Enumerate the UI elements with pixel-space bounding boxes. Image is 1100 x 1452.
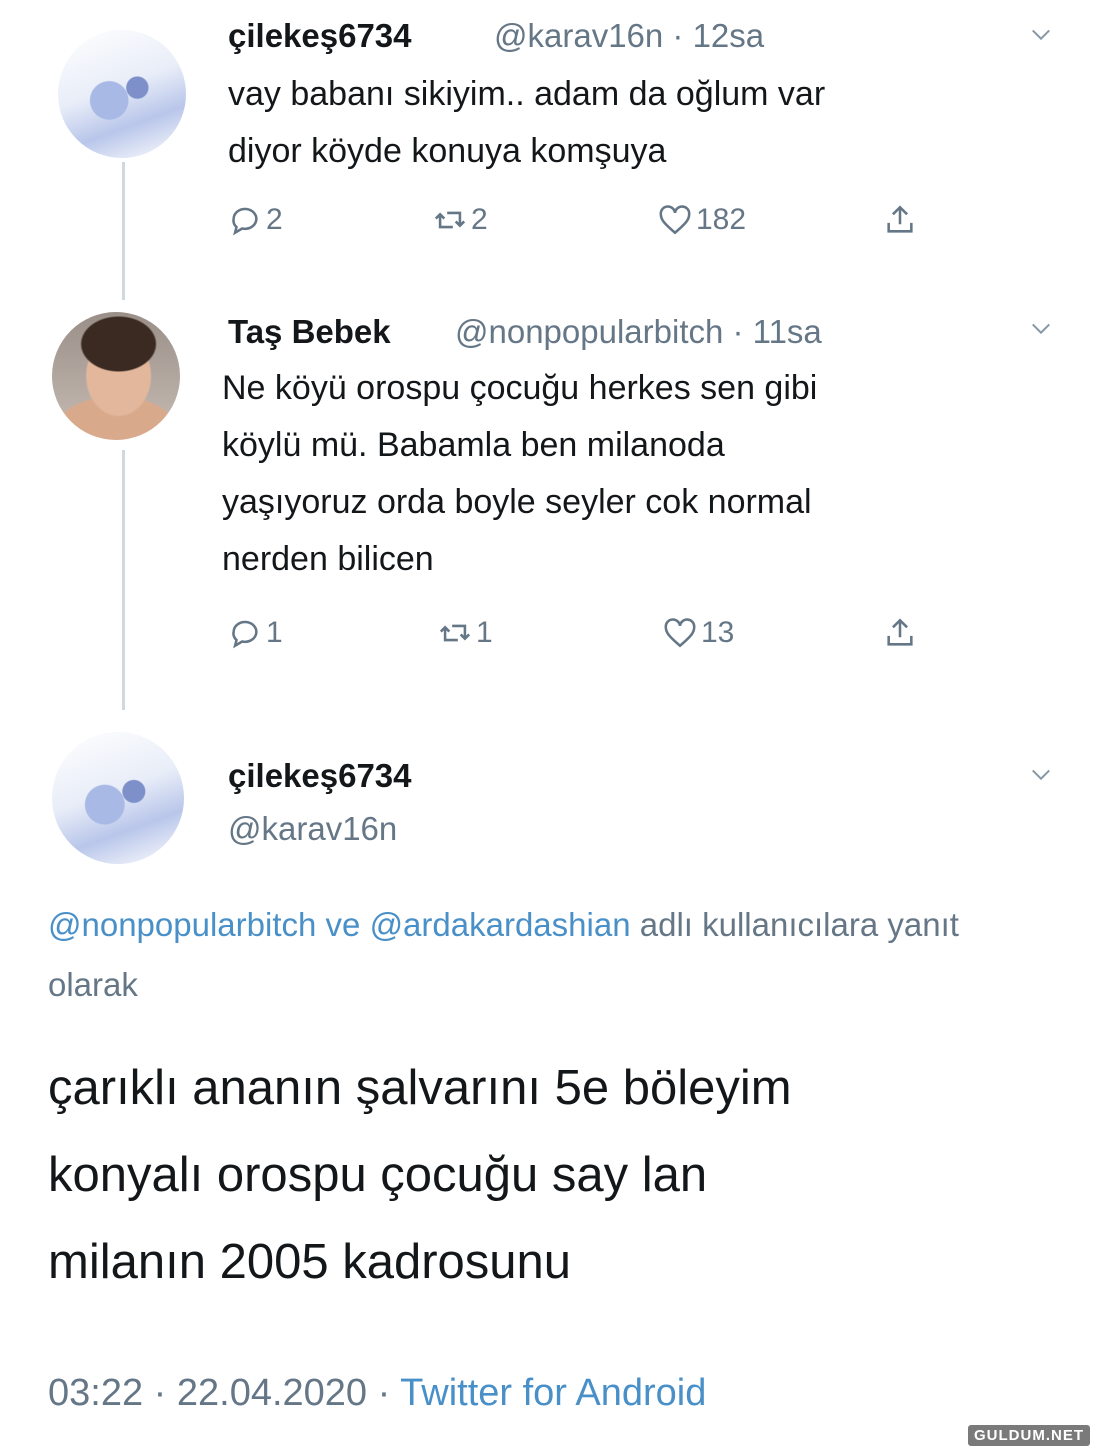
chevron-down-icon[interactable] xyxy=(1030,318,1052,340)
tweet-source[interactable]: Twitter for Android xyxy=(400,1372,706,1414)
like-count: 13 xyxy=(701,616,735,649)
tweet-handle-time[interactable]: @karav16n · 12sa xyxy=(494,17,764,55)
avatar[interactable] xyxy=(52,732,184,864)
tweet-actions: 2 2 182 xyxy=(228,200,948,240)
tweet-author-name[interactable]: Taş Bebek xyxy=(228,313,391,351)
retweet-button[interactable]: 1 xyxy=(438,613,493,653)
thread-line xyxy=(122,450,125,710)
retweet-icon xyxy=(439,624,471,642)
tweet-timestamp[interactable]: 03:22 · 22.04.2020 · xyxy=(48,1372,390,1414)
reply-connector: ve xyxy=(325,906,361,943)
reply-button[interactable]: 2 xyxy=(228,200,283,240)
thread-line xyxy=(122,162,125,300)
chevron-down-icon[interactable] xyxy=(1030,24,1052,46)
reply-button[interactable]: 1 xyxy=(228,613,283,653)
share-icon xyxy=(887,205,913,233)
tweet-handle-time[interactable]: @nonpopularbitch · 11sa xyxy=(455,313,822,351)
share-button[interactable] xyxy=(883,613,917,653)
tweet-actions: 1 1 13 xyxy=(228,613,948,653)
mention-link[interactable]: @nonpopularbitch xyxy=(48,906,316,943)
retweet-count: 1 xyxy=(476,616,493,649)
reply-icon xyxy=(232,620,258,649)
mention-link[interactable]: @ardakardashian xyxy=(370,906,631,943)
tweet-author-name[interactable]: çilekeş6734 xyxy=(228,17,412,55)
like-icon xyxy=(664,618,696,648)
watermark: GULDUM.NET xyxy=(968,1425,1090,1446)
tweet-text: Ne köyü orospu çocuğu herkes sen gibi kö… xyxy=(222,369,818,578)
main-tweet-text: çarıklı ananın şalvarını 5e böleyim kony… xyxy=(48,1061,792,1289)
replying-to: @nonpopularbitch ve @ardakardashian adlı… xyxy=(48,895,1028,1015)
like-count: 182 xyxy=(696,203,747,236)
share-button[interactable] xyxy=(883,200,917,240)
share-icon xyxy=(887,618,913,646)
retweet-icon xyxy=(434,211,466,229)
reply-count: 2 xyxy=(266,203,283,236)
reply-count: 1 xyxy=(266,616,283,649)
like-button[interactable]: 182 xyxy=(658,200,746,240)
tweet-author-name[interactable]: çilekeş6734 xyxy=(228,757,412,795)
tweet-handle[interactable]: @karav16n xyxy=(228,810,397,848)
tweet-thread: çilekeş6734 @karav16n · 12sa vay babanı … xyxy=(0,0,1100,1452)
reply-icon xyxy=(232,207,258,236)
like-icon xyxy=(659,205,691,235)
retweet-button[interactable]: 2 xyxy=(433,200,488,240)
like-button[interactable]: 13 xyxy=(663,613,734,653)
avatar[interactable] xyxy=(52,312,180,440)
avatar[interactable] xyxy=(58,30,186,158)
tweet-meta: 03:22 · 22.04.2020 · Twitter for Android xyxy=(48,1372,706,1415)
tweet-text: vay babanı sikiyim.. adam da oğlum var d… xyxy=(228,75,826,170)
retweet-count: 2 xyxy=(471,203,488,236)
chevron-down-icon[interactable] xyxy=(1030,764,1052,786)
